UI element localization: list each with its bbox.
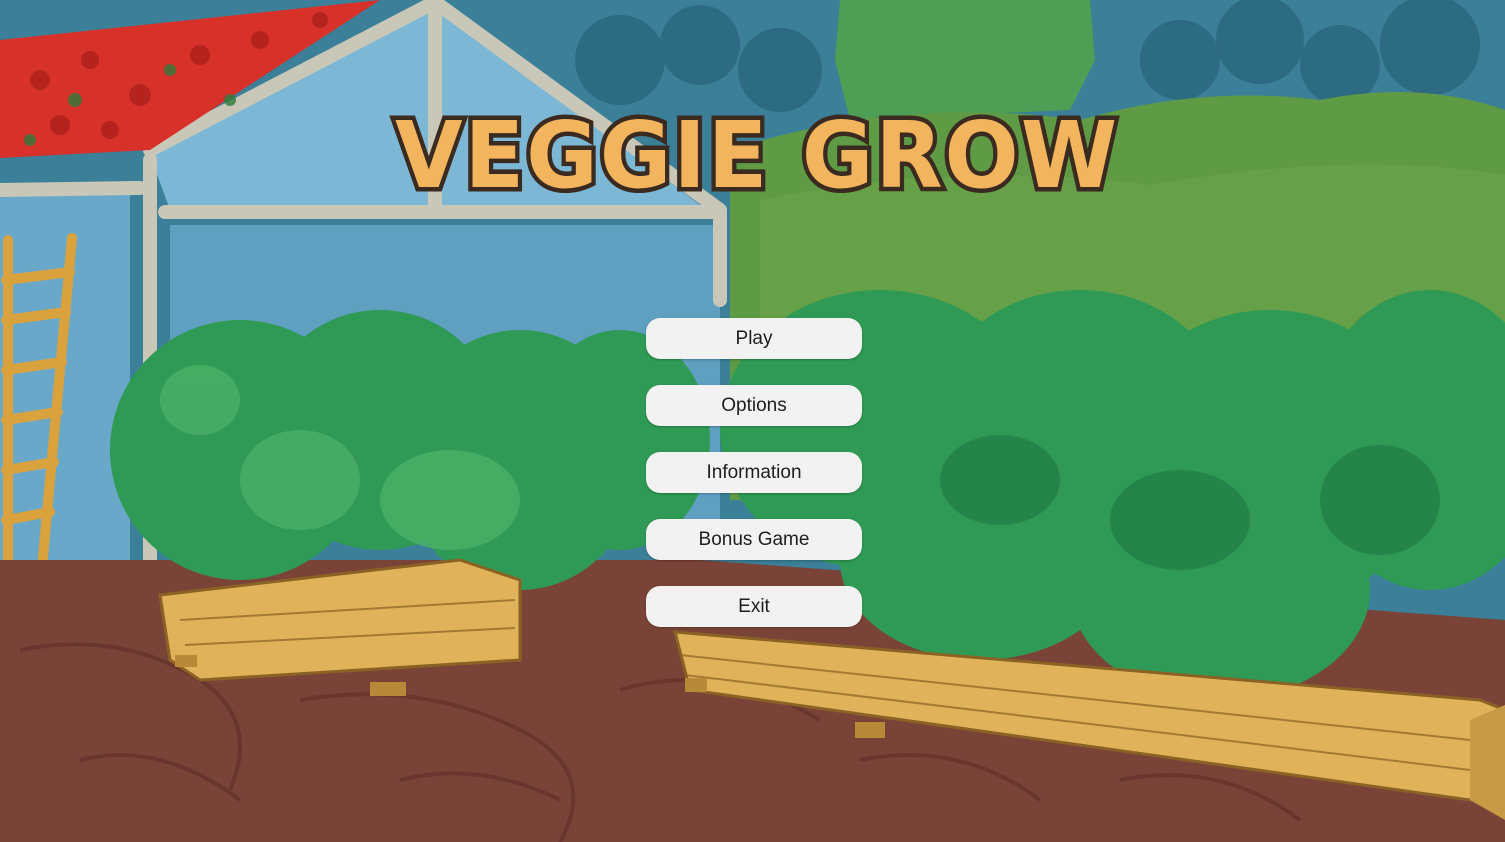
information-button[interactable]: Information bbox=[646, 452, 862, 493]
game-title-logo: VEGGIE GROW bbox=[391, 99, 1122, 214]
game-title-text: VEGGIE GROW bbox=[395, 103, 1119, 210]
exit-button[interactable]: Exit bbox=[646, 586, 862, 627]
main-menu-screen: VEGGIE GROW Play Options Information Bon… bbox=[0, 0, 1505, 842]
main-menu: Play Options Information Bonus Game Exit bbox=[646, 318, 862, 653]
bonus-game-button[interactable]: Bonus Game bbox=[646, 519, 862, 560]
options-button[interactable]: Options bbox=[646, 385, 862, 426]
play-button[interactable]: Play bbox=[646, 318, 862, 359]
